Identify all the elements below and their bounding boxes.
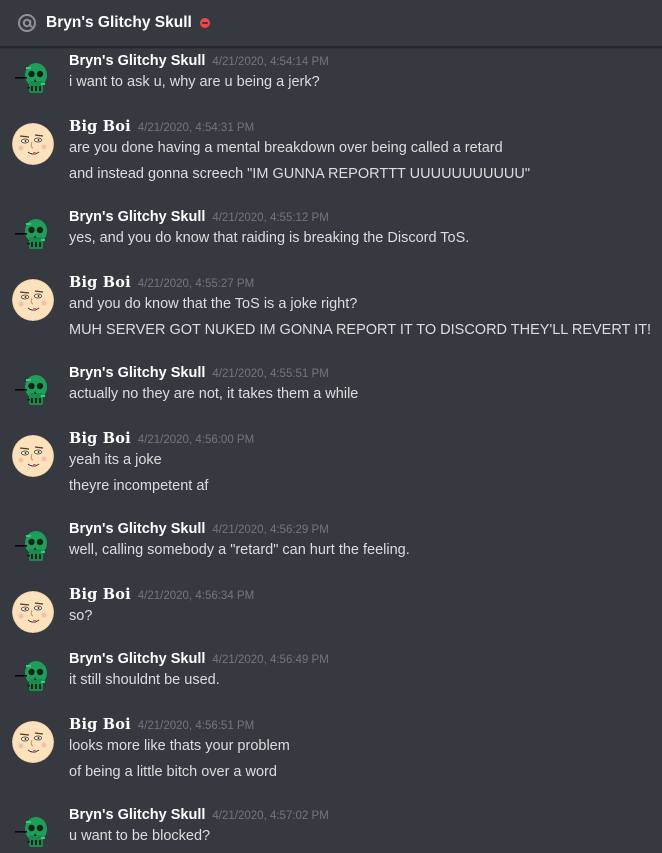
message-header: Big Boi 4/21/2020, 4:55:27 PM <box>69 274 254 292</box>
message-header: Big Boi 4/21/2020, 4:56:00 PM <box>69 430 254 448</box>
avatar-glitchy-skull[interactable] <box>12 213 54 255</box>
username[interactable]: Bryn's Glitchy Skull <box>69 365 205 381</box>
message-header: Big Boi 4/21/2020, 4:56:34 PM <box>69 586 254 604</box>
message-text: actually no they are not, it takes them … <box>69 386 359 402</box>
channel-header: Bryn's Glitchy Skull <box>0 0 662 47</box>
message-header: Bryn's Glitchy Skull 4/21/2020, 4:55:12 P… <box>69 208 329 226</box>
message-text: it still shouldnt be used. <box>69 672 220 688</box>
message-list[interactable]: Bryn's Glitchy Skull 4/21/2020, 4:54:14 P… <box>0 46 662 853</box>
username[interactable]: Big Boi <box>69 430 131 447</box>
message-text: of being a little bitch over a word <box>69 764 277 780</box>
username[interactable]: Bryn's Glitchy Skull <box>69 651 205 667</box>
message-header: Bryn's Glitchy Skull 4/21/2020, 4:56:29 P… <box>69 520 329 538</box>
avatar-big-boi[interactable] <box>12 279 54 321</box>
message-text: are you done having a mental breakdown o… <box>69 140 503 156</box>
message-header: Bryn's Glitchy Skull 4/21/2020, 4:56:49 P… <box>69 650 329 668</box>
message-text: i want to ask u, why are u being a jerk? <box>69 74 320 90</box>
dm-recipient-name[interactable]: Bryn's Glitchy Skull <box>46 14 192 32</box>
message-header: Big Boi 4/21/2020, 4:56:51 PM <box>69 716 254 734</box>
username[interactable]: Bryn's Glitchy Skull <box>69 807 205 823</box>
timestamp: 4/21/2020, 4:56:49 PM <box>212 654 329 666</box>
timestamp: 4/21/2020, 4:56:00 PM <box>137 434 255 446</box>
username[interactable]: Big Boi <box>69 716 131 733</box>
message-text: well, calling somebody a "retard" can hu… <box>69 542 410 558</box>
avatar-big-boi[interactable] <box>12 591 54 633</box>
message-text: yeah its a joke <box>69 452 162 468</box>
message-text: and you do know that the ToS is a joke r… <box>69 296 358 312</box>
avatar-big-boi[interactable] <box>12 435 54 477</box>
avatar-big-boi[interactable] <box>12 721 54 763</box>
dnd-status-icon <box>199 18 210 28</box>
at-sign-icon <box>16 12 38 34</box>
message-header: Big Boi 4/21/2020, 4:54:31 PM <box>69 118 254 136</box>
timestamp: 4/21/2020, 4:55:12 PM <box>212 212 329 224</box>
username[interactable]: Big Boi <box>69 586 131 603</box>
username[interactable]: Big Boi <box>69 274 131 291</box>
message-header: Bryn's Glitchy Skull 4/21/2020, 4:54:14 P… <box>69 52 329 70</box>
username[interactable]: Bryn's Glitchy Skull <box>69 53 205 69</box>
avatar-glitchy-skull[interactable] <box>12 655 54 697</box>
timestamp: 4/21/2020, 4:56:51 PM <box>137 720 255 732</box>
username[interactable]: Bryn's Glitchy Skull <box>69 521 205 537</box>
avatar-big-boi[interactable] <box>12 123 54 165</box>
message-text: MUH SERVER GOT NUKED IM GONNA REPORT IT … <box>69 322 652 338</box>
avatar-glitchy-skull[interactable] <box>12 811 54 853</box>
avatar-glitchy-skull[interactable] <box>12 369 54 411</box>
message-text: theyre incompetent af <box>69 478 209 494</box>
timestamp: 4/21/2020, 4:54:14 PM <box>212 56 329 68</box>
timestamp: 4/21/2020, 4:56:34 PM <box>137 590 255 602</box>
timestamp: 4/21/2020, 4:57:02 PM <box>212 810 329 822</box>
timestamp: 4/21/2020, 4:55:27 PM <box>137 278 255 290</box>
message-text: yes, and you do know that raiding is bre… <box>69 230 470 246</box>
message-text: u want to be blocked? <box>69 828 211 844</box>
username[interactable]: Big Boi <box>69 118 131 135</box>
timestamp: 4/21/2020, 4:55:51 PM <box>212 368 329 380</box>
avatar-glitchy-skull[interactable] <box>12 525 54 567</box>
message-text: so? <box>69 608 93 624</box>
message-text: looks more like thats your problem <box>69 738 290 754</box>
avatar-glitchy-skull[interactable] <box>12 57 54 99</box>
timestamp: 4/21/2020, 4:54:31 PM <box>137 122 255 134</box>
message-header: Bryn's Glitchy Skull 4/21/2020, 4:55:51 P… <box>69 364 329 382</box>
message-text: and instead gonna screech "IM GUNNA REPO… <box>69 166 531 182</box>
message-header: Bryn's Glitchy Skull 4/21/2020, 4:57:02 P… <box>69 806 329 824</box>
timestamp: 4/21/2020, 4:56:29 PM <box>212 524 329 536</box>
username[interactable]: Bryn's Glitchy Skull <box>69 209 205 225</box>
